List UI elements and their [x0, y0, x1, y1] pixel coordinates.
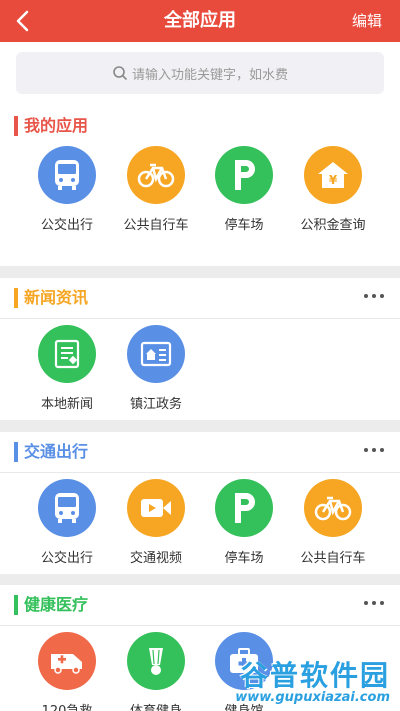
- section-transport: 交通出行 公交出行 交通视频 停车场 公共自行车: [0, 432, 400, 574]
- app-government[interactable]: 镇江政务: [106, 325, 206, 412]
- bus-icon: [38, 479, 96, 537]
- section-title: 交通出行: [24, 442, 89, 461]
- app-label: 交通视频: [129, 551, 182, 566]
- app-label: 停车场: [224, 218, 264, 233]
- app-label: 停车场: [224, 551, 264, 566]
- app-label: 公共自行车: [300, 551, 366, 566]
- search-area: 请输入功能关键字，如水费: [0, 42, 400, 106]
- housing-fund-icon: ¥: [304, 146, 362, 204]
- section-title: 新闻资讯: [24, 288, 89, 307]
- app-fitness[interactable]: 体育健身: [106, 632, 206, 711]
- section-title: 健康医疗: [24, 595, 89, 614]
- video-camera-icon: [127, 479, 185, 537]
- section-news: 新闻资讯 本地新闻 镇江政务: [0, 278, 400, 420]
- top-bar: 全部应用 编辑: [0, 0, 400, 42]
- bicycle-icon: [127, 146, 185, 204]
- section-accent-bar: [14, 116, 18, 136]
- section-title: 我的应用: [24, 116, 89, 135]
- svg-text:¥: ¥: [329, 173, 338, 187]
- section-accent-bar: [14, 595, 18, 615]
- ambulance-icon: [38, 632, 96, 690]
- app-bus[interactable]: 公交出行: [17, 146, 117, 233]
- divider: [0, 472, 400, 473]
- search-icon: [113, 66, 127, 80]
- parking-icon: [215, 479, 273, 537]
- parking-icon: [215, 146, 273, 204]
- news-icon: [38, 325, 96, 383]
- section-accent-bar: [14, 288, 18, 308]
- app-label: 120急救: [17, 700, 117, 711]
- app-local-news[interactable]: 本地新闻: [17, 325, 117, 412]
- more-icon[interactable]: [362, 597, 386, 609]
- divider: [0, 318, 400, 319]
- app-bus[interactable]: 公交出行: [17, 479, 117, 566]
- divider: [0, 625, 400, 626]
- more-icon[interactable]: [362, 444, 386, 456]
- app-label: 公交出行: [40, 218, 93, 233]
- app-bicycle[interactable]: 公共自行车: [106, 146, 206, 233]
- app-traffic-video[interactable]: 交通视频: [106, 479, 206, 566]
- edit-button[interactable]: 编辑: [352, 0, 382, 42]
- watermark-url: www.gupuxiazai.com: [235, 690, 390, 705]
- app-housing-fund[interactable]: ¥ 公积金查询: [283, 146, 383, 233]
- app-label: 公积金查询: [300, 218, 366, 233]
- watermark-brand: 谷普软件园: [239, 659, 390, 692]
- bus-icon: [38, 146, 96, 204]
- bicycle-icon: [304, 479, 362, 537]
- app-parking[interactable]: 停车场: [194, 146, 294, 233]
- government-icon: [127, 325, 185, 383]
- app-emergency[interactable]: 120急救: [17, 632, 117, 711]
- app-label: 本地新闻: [40, 397, 93, 412]
- app-label: 镇江政务: [129, 397, 182, 412]
- app-label: 体育健身: [106, 700, 206, 711]
- watermark: 谷普软件园 www.gupuxiazai.com: [235, 654, 390, 705]
- section-my-apps: 我的应用 公交出行 公共自行车 停车场 ¥ 公积金查询: [0, 106, 400, 266]
- app-label: 公交出行: [40, 551, 93, 566]
- search-input[interactable]: 请输入功能关键字，如水费: [16, 52, 384, 94]
- more-icon[interactable]: [362, 290, 386, 302]
- app-bicycle[interactable]: 公共自行车: [283, 479, 383, 566]
- section-accent-bar: [14, 442, 18, 462]
- page-title: 全部应用: [164, 10, 236, 31]
- search-placeholder: 请输入功能关键字，如水费: [131, 67, 288, 83]
- app-label: 公共自行车: [123, 218, 189, 233]
- badminton-icon: [127, 632, 185, 690]
- app-parking[interactable]: 停车场: [194, 479, 294, 566]
